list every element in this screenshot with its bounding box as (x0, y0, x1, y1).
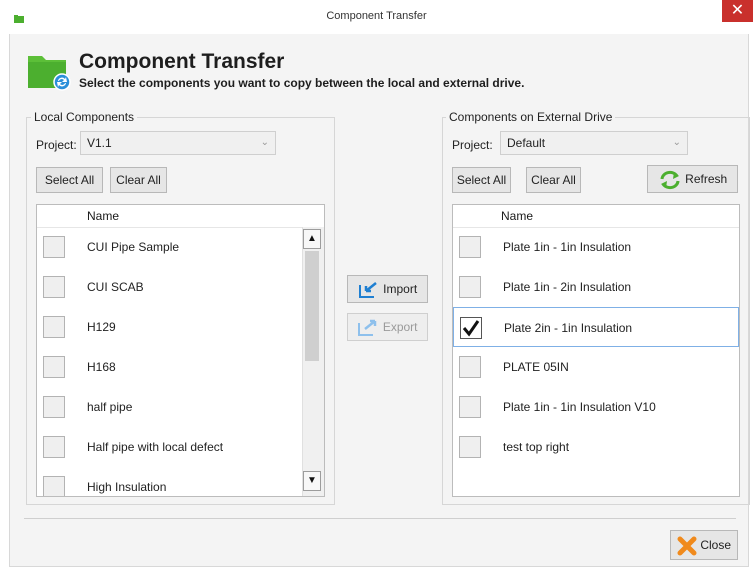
local-name-column-header: Name (87, 209, 120, 223)
window-close-button[interactable]: ✕ (722, 0, 753, 22)
external-item-checkbox[interactable] (459, 356, 481, 378)
external-item-checkbox[interactable] (459, 236, 481, 258)
external-name-column-header: Name (501, 209, 534, 223)
local-list-item[interactable]: H129 (37, 307, 301, 347)
import-button[interactable]: Import (347, 275, 428, 303)
external-list-item[interactable]: Plate 1in - 1in Insulation (453, 227, 739, 267)
external-item-label: PLATE 05IN (503, 360, 569, 374)
external-item-label: test top right (503, 440, 570, 454)
external-item-checkbox[interactable] (459, 436, 481, 458)
external-select-all-button[interactable]: Select All (452, 167, 511, 193)
local-item-label: CUI SCAB (87, 280, 144, 294)
external-item-checkbox[interactable] (459, 396, 481, 418)
chevron-down-icon: ⌄ (672, 137, 681, 148)
external-item-label: Plate 1in - 1in Insulation (503, 240, 632, 254)
page-title: Component Transfer (79, 50, 285, 73)
local-item-checkbox[interactable] (43, 436, 65, 458)
external-components-list: Name Plate 1in - 1in Insulation Plate 1in… (452, 204, 740, 497)
external-item-label: Plate 1in - 1in Insulation V10 (503, 400, 656, 414)
import-icon (358, 281, 380, 299)
local-item-checkbox[interactable] (43, 356, 65, 378)
scroll-down-icon[interactable]: ▼ (303, 471, 321, 491)
local-item-label: High Insulation (87, 480, 167, 494)
export-icon (357, 319, 379, 337)
local-project-select[interactable]: V1.1 ⌄ (80, 131, 276, 155)
refresh-button[interactable]: Refresh (647, 165, 738, 193)
local-list-item[interactable]: CUI SCAB (37, 267, 301, 307)
scroll-up-icon[interactable]: ▲ (303, 229, 321, 249)
close-button[interactable]: Close (670, 530, 738, 560)
close-icon (677, 536, 697, 556)
page-subtitle: Select the components you want to copy b… (79, 76, 525, 90)
import-label: Import (383, 282, 418, 296)
refresh-label: Refresh (685, 172, 728, 186)
external-item-label: Plate 1in - 2in Insulation (503, 280, 632, 294)
local-item-checkbox[interactable] (43, 476, 65, 496)
export-label: Export (382, 320, 418, 334)
local-clear-all-button[interactable]: Clear All (110, 167, 167, 193)
external-list-item[interactable]: Plate 1in - 2in Insulation (453, 267, 739, 307)
local-list-item[interactable]: H168 (37, 347, 301, 387)
external-group-label: Components on External Drive (446, 110, 616, 124)
local-item-label: CUI Pipe Sample (87, 240, 180, 254)
local-components-list: Name CUI Pipe Sample CUI SCAB H129 H168 half… (36, 204, 325, 497)
external-project-value: Default (507, 136, 546, 150)
external-item-checkbox[interactable] (459, 276, 481, 298)
external-list-item[interactable]: test top right (453, 427, 739, 467)
local-item-checkbox[interactable] (43, 396, 65, 418)
local-item-label: Half pipe with local defect (87, 440, 224, 454)
local-project-value: V1.1 (87, 136, 112, 150)
local-item-label: half pipe (87, 400, 133, 414)
local-select-all-button[interactable]: Select All (36, 167, 103, 193)
external-item-label: Plate 2in - 1in Insulation (504, 321, 633, 335)
external-project-select[interactable]: Default ⌄ (500, 131, 688, 155)
folder-sync-icon (26, 50, 74, 92)
local-item-checkbox[interactable] (43, 236, 65, 258)
refresh-icon (658, 170, 682, 190)
local-project-label: Project: (36, 138, 77, 152)
external-list-item[interactable]: Plate 2in - 1in Insulation (453, 307, 739, 347)
local-group-label: Local Components (31, 110, 138, 124)
local-scrollbar-thumb[interactable] (305, 251, 319, 361)
export-button[interactable]: Export (347, 313, 428, 341)
local-list-item[interactable]: half pipe (37, 387, 301, 427)
local-list-header (37, 205, 324, 228)
checkmark-icon (462, 320, 480, 337)
local-item-label: H168 (87, 360, 116, 374)
external-clear-all-button[interactable]: Clear All (526, 167, 581, 193)
external-list-item[interactable]: PLATE 05IN (453, 347, 739, 387)
local-list-item[interactable]: High Insulation (37, 467, 301, 496)
footer-divider (24, 518, 736, 519)
local-item-label: H129 (87, 320, 116, 334)
external-project-label: Project: (452, 138, 493, 152)
chevron-down-icon: ⌄ (260, 137, 269, 148)
local-item-checkbox[interactable] (43, 276, 65, 298)
external-item-checkbox[interactable] (460, 317, 482, 339)
local-list-item[interactable]: Half pipe with local defect (37, 427, 301, 467)
window-title: Component Transfer (326, 10, 427, 22)
close-label: Close (700, 538, 732, 552)
external-list-header (453, 205, 739, 228)
local-list-item[interactable]: CUI Pipe Sample (37, 227, 301, 267)
local-item-checkbox[interactable] (43, 316, 65, 338)
external-list-item[interactable]: Plate 1in - 1in Insulation V10 (453, 387, 739, 427)
